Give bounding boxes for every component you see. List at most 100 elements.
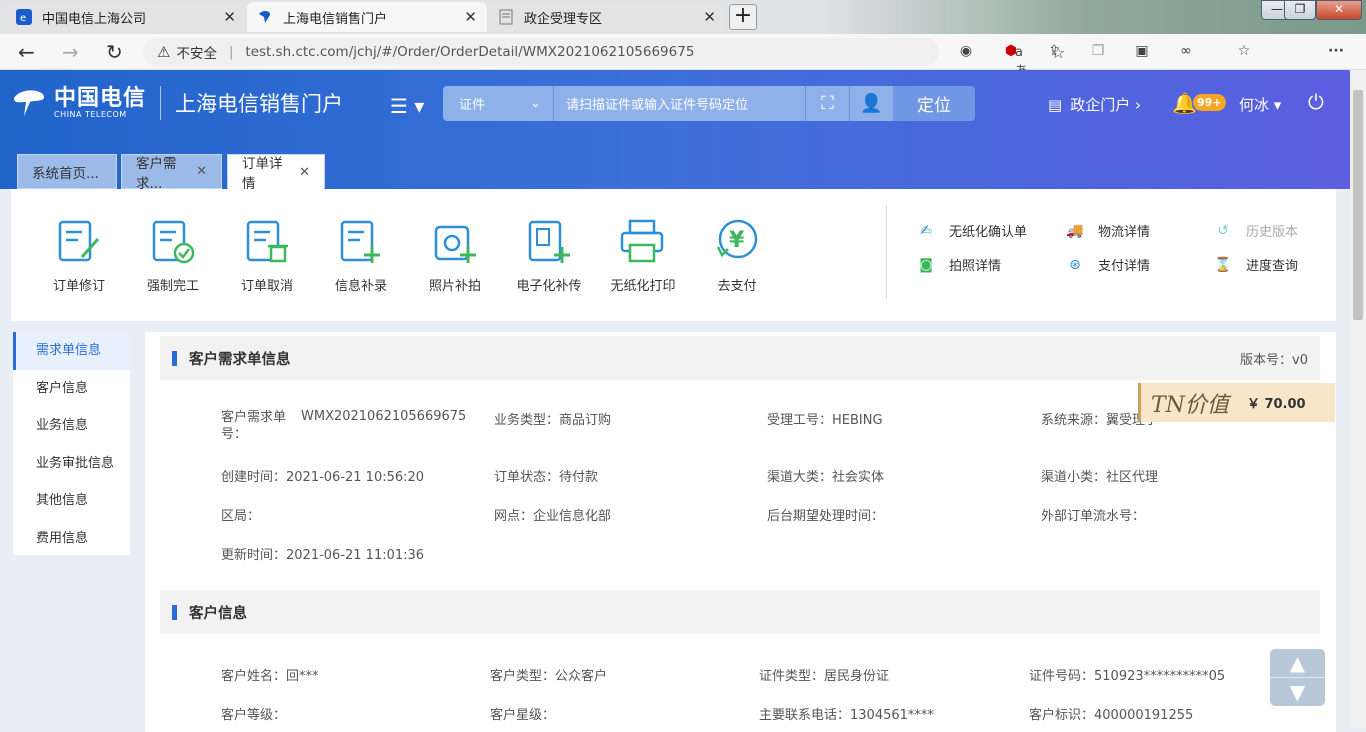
back-icon[interactable]: ← — [18, 40, 35, 64]
gov-portal-link[interactable]: ▤ 政企门户 › — [1048, 94, 1141, 115]
close-icon[interactable]: ✕ — [299, 165, 310, 180]
nav-item-other[interactable]: 其他信息 — [13, 482, 130, 520]
id-no-field: 证件号码：510923**********05 — [1029, 669, 1226, 684]
file-add-icon — [528, 220, 570, 263]
link-label: 拍照详情 — [949, 259, 1002, 274]
forward-icon[interactable]: → — [62, 40, 79, 64]
complete-icon — [152, 220, 195, 264]
telecom-favicon-icon: e — [16, 9, 32, 25]
page-tab-demand[interactable]: 客户需求... ✕ — [121, 154, 222, 192]
window-close-button[interactable]: ✕ — [1316, 0, 1362, 20]
page-scrollbar[interactable] — [1350, 70, 1366, 728]
infinity-icon[interactable]: ∞ — [1177, 42, 1195, 60]
logo[interactable]: 中国电信 CHINA TELECOM 上海电信销售门户 — [12, 86, 343, 120]
order-no-label: 客户需求单号： — [221, 410, 287, 442]
go-pay-button[interactable]: ¥ 去支付 — [697, 217, 777, 294]
order-revise-button[interactable]: 订单修订 — [39, 217, 119, 294]
logistics-link[interactable]: 🚚 物流详情 — [1066, 221, 1150, 241]
scroll-down-icon[interactable]: ▼ — [1270, 677, 1325, 705]
info-supplement-button[interactable]: 信息补录 — [321, 217, 401, 294]
browser-tab-title: 政企受理专区 — [524, 11, 603, 27]
payment-detail-link[interactable]: ⊛ 支付详情 — [1066, 255, 1150, 275]
browser-tab-1[interactable]: e 中国电信上海公司 ✕ — [6, 2, 246, 32]
scroll-up-icon[interactable]: ▲ — [1270, 649, 1325, 677]
telecom-favicon-icon — [257, 9, 273, 25]
user-menu[interactable]: 何冰 ▾ — [1239, 94, 1281, 115]
close-tab-icon[interactable]: ✕ — [703, 8, 716, 26]
url-text[interactable]: test.sh.ctc.com/jchj/#/Order/OrderDetail… — [245, 44, 694, 60]
nav-item-customer[interactable]: 客户信息 — [13, 370, 130, 408]
nav-item-business[interactable]: 业务信息 — [13, 407, 130, 445]
ublock-icon[interactable]: ⬢ — [1002, 42, 1020, 60]
power-icon[interactable]: ⏻ — [1308, 90, 1324, 114]
security-label[interactable]: 不安全 — [176, 42, 217, 62]
new-tab-button[interactable]: + — [729, 4, 757, 30]
browser-tab-title: 中国电信上海公司 — [42, 11, 147, 27]
browser-tab-bar: e 中国电信上海公司 ✕ 上海电信销售门户 ✕ 政企受理专区 ✕ + — ❐ ✕ — [0, 0, 1366, 34]
copy-icon[interactable]: ❐ — [1089, 42, 1107, 60]
warning-icon[interactable]: ⚠ — [157, 43, 170, 61]
printer-icon — [620, 219, 664, 263]
paperless-print-button[interactable]: 无纸化打印 — [603, 217, 683, 294]
upload-icon[interactable]: ⇪ — [1045, 42, 1063, 60]
section-title: 客户信息 — [189, 605, 247, 622]
trash-icon — [246, 220, 288, 263]
customer-type-field: 客户类型：公众客户 — [490, 669, 608, 684]
reload-icon[interactable]: ↻ — [106, 40, 123, 64]
building-icon: ▤ — [1048, 95, 1063, 114]
e-upload-button[interactable]: 电子化补传 — [509, 217, 589, 294]
close-icon[interactable]: ✕ — [196, 164, 207, 179]
add-user-icon[interactable]: 👤 — [849, 86, 893, 121]
document-add-icon — [340, 220, 380, 263]
biz-type-field: 业务类型：商品订购 — [494, 413, 612, 428]
paperless-confirm-link[interactable]: ✍ 无纸化确认单 — [917, 221, 1028, 241]
extension-icon[interactable]: ◉ — [957, 42, 975, 60]
favorites-icon[interactable]: ☆ — [1235, 42, 1253, 60]
browser-tab-2[interactable]: 上海电信销售门户 ✕ — [247, 2, 487, 32]
collections-icon[interactable]: ▣ — [1133, 42, 1151, 60]
nav-item-demand[interactable]: 需求单信息 — [13, 332, 130, 370]
nav-item-approval[interactable]: 业务审批信息 — [13, 445, 130, 483]
section-marker — [172, 604, 177, 620]
notification-badge[interactable]: 99+ — [1193, 94, 1226, 111]
photo-retake-button[interactable]: 照片补拍 — [415, 217, 495, 294]
close-tab-icon[interactable]: ✕ — [223, 8, 236, 26]
svg-text:¥: ¥ — [729, 228, 745, 253]
force-complete-button[interactable]: 强制完工 — [133, 217, 213, 294]
link-label: 历史版本 — [1246, 225, 1299, 240]
url-box[interactable]: ⚠ 不安全 | test.sh.ctc.com/jchj/#/Order/Ord… — [143, 38, 1065, 79]
page-tab-home[interactable]: 系统首页... — [17, 154, 117, 189]
browser-tab-3[interactable]: 政企受理专区 ✕ — [488, 2, 726, 32]
progress-query-link[interactable]: ⌛ 进度查询 — [1214, 255, 1298, 275]
more-icon[interactable]: ··· — [1327, 42, 1345, 60]
history-version-link[interactable]: ↺ 历史版本 — [1214, 221, 1299, 241]
photo-detail-link[interactable]: ◙ 拍照详情 — [917, 255, 1002, 275]
cert-search-input[interactable]: 请扫描证件或输入证件号码定位 — [553, 86, 805, 121]
section-title: 客户需求单信息 — [189, 351, 291, 368]
section-header-customer: 客户信息 — [160, 590, 1320, 634]
menu-icon[interactable]: ☰ ▾ — [390, 94, 424, 118]
tn-value-badge: TN价值 ￥ 70.00 — [1138, 383, 1335, 422]
section-nav: 需求单信息 客户信息 业务信息 业务审批信息 其他信息 费用信息 — [13, 332, 130, 555]
logo-english: CHINA TELECOM — [54, 109, 127, 119]
cert-type-select[interactable]: 证件 ⌄ — [443, 86, 553, 121]
page-tab-order-detail[interactable]: 订单详情 ✕ — [227, 154, 325, 192]
nav-item-fee[interactable]: 费用信息 — [13, 520, 130, 558]
address-bar: ← → ↻ ⚠ 不安全 | test.sh.ctc.com/jchj/#/Ord… — [0, 34, 1366, 79]
section-marker — [172, 350, 177, 366]
gov-portal-label: 政企门户 › — [1070, 96, 1141, 114]
scrollbar-thumb[interactable] — [1353, 90, 1363, 320]
restore-button[interactable]: ❐ — [1284, 0, 1316, 20]
page-tab-label: 客户需求... — [136, 155, 177, 192]
cert-type-value: 证件 — [459, 98, 486, 113]
district-field: 区局： — [221, 509, 261, 524]
chevron-down-icon: ⌄ — [530, 96, 541, 111]
expected-time-field: 后台期望处理时间： — [767, 509, 885, 524]
close-tab-icon[interactable]: ✕ — [464, 8, 477, 26]
action-toolbar: 订单修订 强制完工 订单取消 信息补录 照片补拍 电子化补传 无纸化打印 ¥ 去… — [11, 189, 1336, 321]
locate-button[interactable]: 定位 — [893, 86, 975, 121]
link-label: 无纸化确认单 — [949, 225, 1028, 240]
scan-icon[interactable]: ⛶ — [805, 86, 849, 121]
customer-level-field: 客户等级： — [221, 708, 287, 723]
order-cancel-button[interactable]: 订单取消 — [227, 217, 307, 294]
